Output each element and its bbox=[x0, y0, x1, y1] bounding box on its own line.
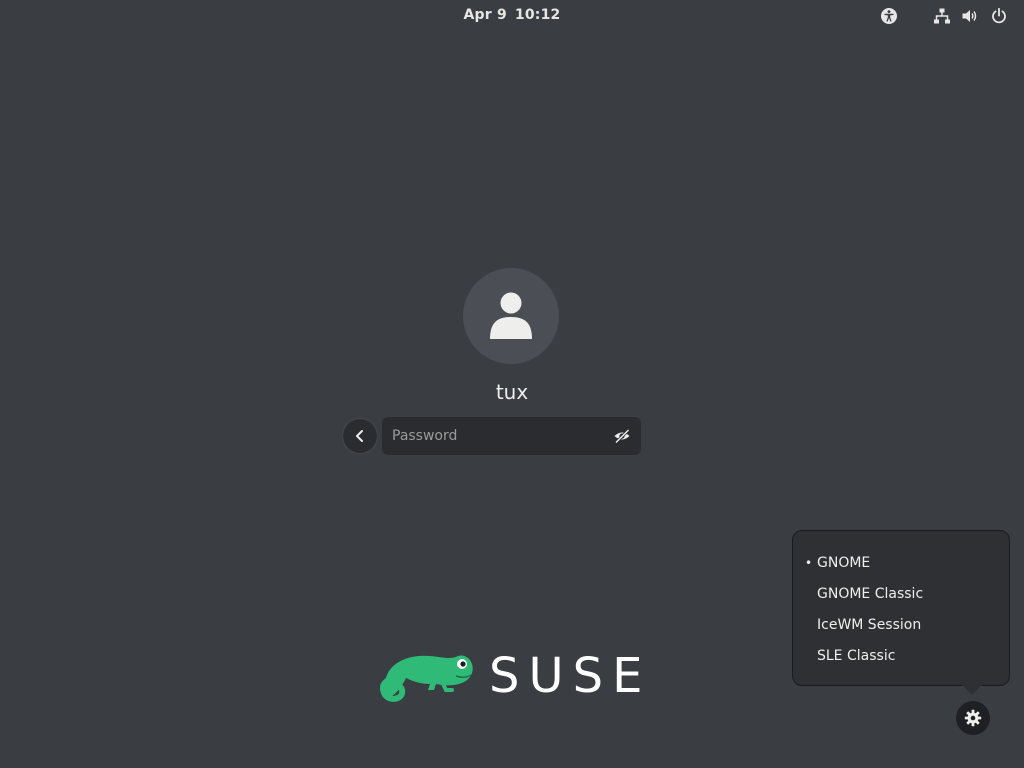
session-item-sle-classic[interactable]: SLE Classic bbox=[793, 641, 1009, 671]
session-item-gnome[interactable]: • GNOME bbox=[793, 548, 1009, 578]
accessibility-icon[interactable] bbox=[879, 6, 899, 26]
clock-time: 10:12 bbox=[514, 7, 561, 23]
selected-bullet: • bbox=[805, 556, 813, 570]
volume-icon[interactable] bbox=[960, 6, 980, 26]
session-item-icewm[interactable]: IceWM Session bbox=[793, 610, 1009, 640]
gear-icon bbox=[964, 709, 982, 727]
password-input[interactable] bbox=[392, 417, 602, 455]
session-item-label: SLE Classic bbox=[817, 648, 896, 664]
network-icon[interactable] bbox=[932, 6, 952, 26]
top-bar: Apr 9 10:12 bbox=[0, 0, 1024, 32]
username-label: tux bbox=[495, 380, 529, 404]
session-item-label: IceWM Session bbox=[817, 617, 922, 633]
chevron-left-icon bbox=[356, 430, 363, 442]
clock-date: Apr 9 bbox=[463, 7, 507, 23]
power-icon[interactable] bbox=[989, 6, 1009, 26]
password-entry[interactable] bbox=[382, 417, 641, 455]
session-item-label: GNOME Classic bbox=[817, 586, 924, 602]
chameleon-logo-icon bbox=[380, 655, 473, 702]
session-menu-arrow bbox=[962, 685, 982, 695]
session-settings-button[interactable] bbox=[956, 701, 990, 735]
user-avatar bbox=[463, 268, 559, 364]
login-screen: Apr 9 10:12 tux SUSE • GNOME GNOME Class… bbox=[0, 0, 1024, 768]
session-item-gnome-classic[interactable]: GNOME Classic bbox=[793, 579, 1009, 609]
suse-wordmark: SUSE bbox=[489, 648, 652, 704]
session-menu: • GNOME GNOME Classic IceWM Session SLE … bbox=[792, 530, 1010, 686]
clock[interactable]: Apr 9 10:12 bbox=[0, 7, 1024, 23]
back-button[interactable] bbox=[343, 419, 377, 453]
reveal-password-icon[interactable] bbox=[613, 427, 631, 445]
session-item-label: GNOME bbox=[817, 555, 871, 571]
suse-logo: SUSE bbox=[376, 648, 656, 708]
user-icon bbox=[490, 292, 532, 339]
